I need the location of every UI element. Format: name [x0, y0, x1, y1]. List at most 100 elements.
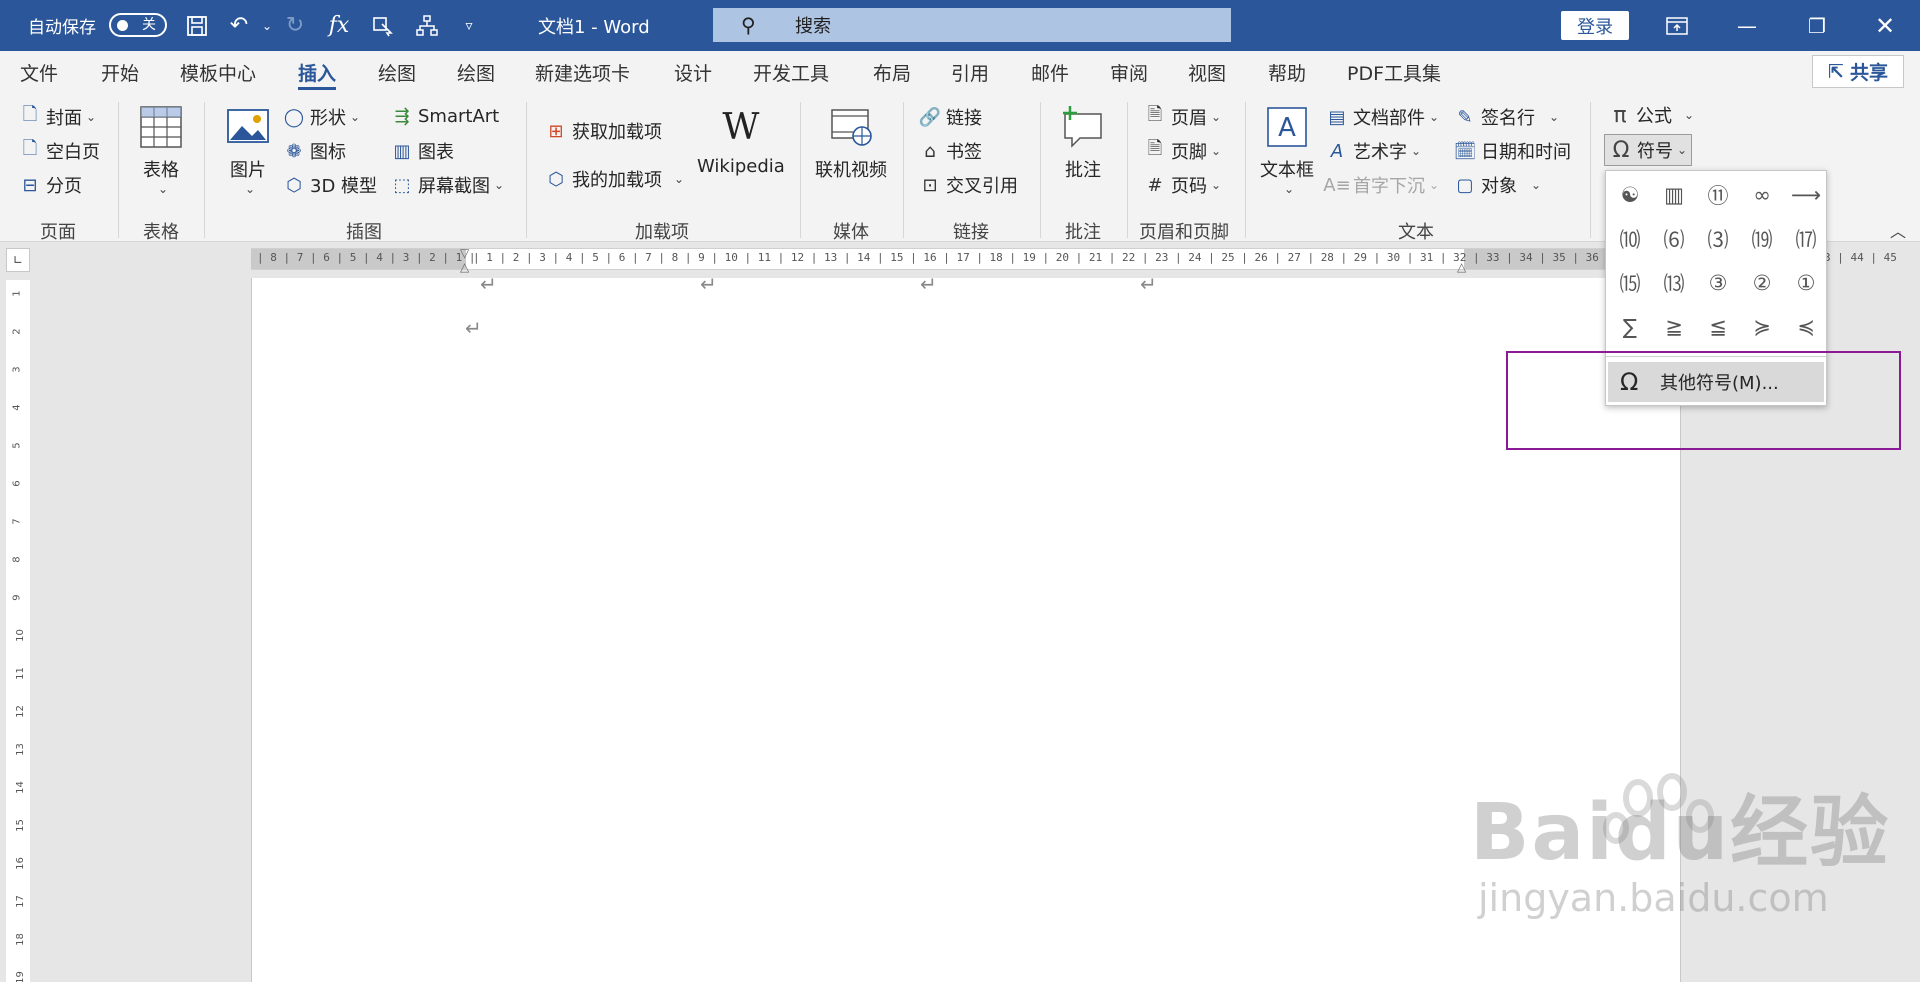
page-number-button[interactable]: # 页码 ⌄: [1143, 172, 1221, 198]
header-button[interactable]: 🗎 页眉 ⌄: [1143, 104, 1221, 130]
picture-button[interactable]: 图片 ⌄: [225, 104, 271, 196]
icons-button[interactable]: ❁ 图标: [282, 138, 346, 164]
ribbon-display-icon[interactable]: [1642, 0, 1712, 51]
symbol-cell[interactable]: ⒄: [1786, 219, 1826, 259]
screenshot-button[interactable]: ⬚ 屏幕截图 ⌄: [390, 172, 504, 198]
symbol-cell[interactable]: ∞: [1742, 175, 1782, 215]
customize-icon[interactable]: ▿: [452, 0, 486, 51]
textbox-button[interactable]: A 文本框 ⌄: [1260, 104, 1314, 196]
bookmark-icon: ⌂: [924, 140, 936, 162]
table-button[interactable]: 表格 ⌄: [138, 104, 184, 196]
tab-pdf-tools[interactable]: PDF工具集: [1347, 51, 1441, 94]
watermark-main: Baidu经验: [1470, 788, 1891, 878]
symbol-cell[interactable]: ⒀: [1654, 263, 1694, 303]
tab-stop-selector[interactable]: ∟: [6, 248, 30, 272]
redo-icon[interactable]: ↻: [278, 0, 312, 51]
my-addins-button[interactable]: ⬡ 我的加载项 ⌄: [544, 166, 684, 192]
smartart-button[interactable]: ⇶ SmartArt: [390, 104, 499, 128]
collapse-ribbon-icon[interactable]: ︿: [1890, 218, 1906, 242]
tab-file[interactable]: 文件: [20, 51, 58, 94]
drop-cap-button[interactable]: A≡ 首字下沉 ⌄: [1323, 172, 1439, 198]
quick-parts-label: 文档部件: [1353, 108, 1425, 129]
tab-mailings[interactable]: 邮件: [1031, 51, 1069, 94]
tab-review[interactable]: 审阅: [1110, 51, 1148, 94]
autosave-toggle[interactable]: 关: [109, 13, 167, 37]
vertical-ruler[interactable]: 1 2 3 4 5 6 7 8 9 10 11 12 13 14 15 16 1…: [6, 280, 30, 982]
symbol-cell[interactable]: ⑶: [1698, 219, 1738, 259]
equation-button[interactable]: π 公式 ⌄: [1608, 102, 1694, 128]
chevron-down-icon: ⌄: [1211, 178, 1222, 192]
symbol-cell[interactable]: ≽: [1742, 307, 1782, 347]
symbol-cell[interactable]: ②: [1742, 263, 1782, 303]
symbol-button[interactable]: Ω 符号 ⌄: [1604, 134, 1693, 166]
minimize-icon[interactable]: —: [1712, 0, 1782, 51]
signature-line-button[interactable]: ✎ 签名行 ⌄: [1453, 104, 1559, 130]
symbol-cell[interactable]: ⑹: [1654, 219, 1694, 259]
tab-template-center[interactable]: 模板中心: [180, 51, 256, 94]
tab-view[interactable]: 视图: [1188, 51, 1226, 94]
tab-insert[interactable]: 插入: [298, 51, 337, 94]
shapes-button[interactable]: ◯ 形状 ⌄: [282, 104, 360, 130]
symbol-cell[interactable]: ⑪: [1698, 175, 1738, 215]
login-button[interactable]: 登录: [1561, 11, 1629, 40]
online-video-button[interactable]: 联机视频: [815, 104, 887, 182]
tab-home[interactable]: 开始: [101, 51, 139, 94]
blank-page-button[interactable]: 🗋 空白页: [18, 138, 100, 164]
header-label: 页眉: [1171, 108, 1207, 129]
cover-page-button[interactable]: 🗋 封面 ⌄: [18, 104, 96, 130]
cross-reference-button[interactable]: ⊡ 交叉引用: [918, 172, 1018, 198]
wikipedia-button[interactable]: W Wikipedia: [697, 104, 785, 178]
document-page[interactable]: ↵ ↵ ↵ ↵ ↵: [251, 272, 1681, 982]
first-line-indent-marker[interactable]: ▽: [460, 246, 469, 260]
tab-developer[interactable]: 开发工具: [753, 51, 829, 94]
chart-button[interactable]: ▥ 图表: [390, 138, 454, 164]
tab-draw-2[interactable]: 绘图: [457, 51, 495, 94]
symbol-cell[interactable]: ⑽: [1610, 219, 1650, 259]
autosave-state: 关: [142, 17, 156, 33]
3d-model-button[interactable]: ⬡ 3D 模型: [282, 172, 377, 198]
vruler-tick: 18: [14, 933, 26, 946]
ruler-left-ticks: | 8 | 7 | 6 | 5 | 4 | 3 | 2 | 1 |: [257, 251, 476, 264]
select-icon[interactable]: [366, 0, 400, 51]
symbol-cell[interactable]: ☯: [1610, 175, 1650, 215]
comment-button[interactable]: 批注: [1060, 104, 1106, 182]
hanging-indent-marker[interactable]: △: [460, 260, 469, 274]
tab-references[interactable]: 引用: [951, 51, 989, 94]
symbol-cell[interactable]: ⒆: [1742, 219, 1782, 259]
symbol-cell[interactable]: ③: [1698, 263, 1738, 303]
watermark: Baidu经验 jingyan.baidu.com: [1470, 770, 1890, 920]
symbol-cell[interactable]: ≦: [1698, 307, 1738, 347]
tab-new[interactable]: 新建选项卡: [535, 51, 630, 94]
footer-button[interactable]: 🗎 页脚 ⌄: [1143, 138, 1221, 164]
symbol-cell[interactable]: ⒂: [1610, 263, 1650, 303]
symbol-cell[interactable]: ⟶: [1786, 175, 1826, 215]
org-chart-icon[interactable]: [410, 0, 444, 51]
get-addins-button[interactable]: ⊞ 获取加载项: [544, 118, 662, 144]
picture-icon: [227, 109, 269, 143]
tab-layout[interactable]: 布局: [873, 51, 911, 94]
bookmark-button[interactable]: ⌂ 书签: [918, 138, 982, 164]
object-button[interactable]: ▢ 对象 ⌄: [1453, 172, 1541, 198]
symbol-cell[interactable]: ≧: [1654, 307, 1694, 347]
page-break-button[interactable]: ⊟ 分页: [18, 172, 82, 198]
formula-icon[interactable]: fx: [322, 0, 356, 51]
right-indent-marker[interactable]: △: [1457, 260, 1466, 274]
search-box[interactable]: ⚲ 搜索: [713, 8, 1231, 42]
wordart-button[interactable]: A 艺术字 ⌄: [1325, 138, 1421, 164]
horizontal-ruler[interactable]: | 8 | 7 | 6 | 5 | 4 | 3 | 2 | 1 | | 1 | …: [251, 246, 1897, 274]
vruler-tick: 10: [14, 629, 26, 642]
symbol-cell[interactable]: ①: [1786, 263, 1826, 303]
tab-design[interactable]: 设计: [674, 51, 712, 94]
tab-help[interactable]: 帮助: [1268, 51, 1306, 94]
link-button[interactable]: 🔗 链接: [918, 104, 982, 130]
close-icon[interactable]: ✕: [1850, 0, 1920, 51]
save-icon[interactable]: [180, 0, 214, 51]
date-time-button[interactable]: 🗓 日期和时间: [1453, 138, 1571, 164]
quick-parts-button[interactable]: ▤ 文档部件 ⌄: [1325, 104, 1439, 130]
share-button[interactable]: ⇱ 共享: [1812, 55, 1904, 88]
symbol-cell[interactable]: ▥: [1654, 175, 1694, 215]
symbol-cell[interactable]: ≼: [1786, 307, 1826, 347]
symbol-cell[interactable]: ∑: [1610, 307, 1650, 347]
tab-draw[interactable]: 绘图: [378, 51, 416, 94]
restore-icon[interactable]: ❐: [1782, 0, 1852, 51]
